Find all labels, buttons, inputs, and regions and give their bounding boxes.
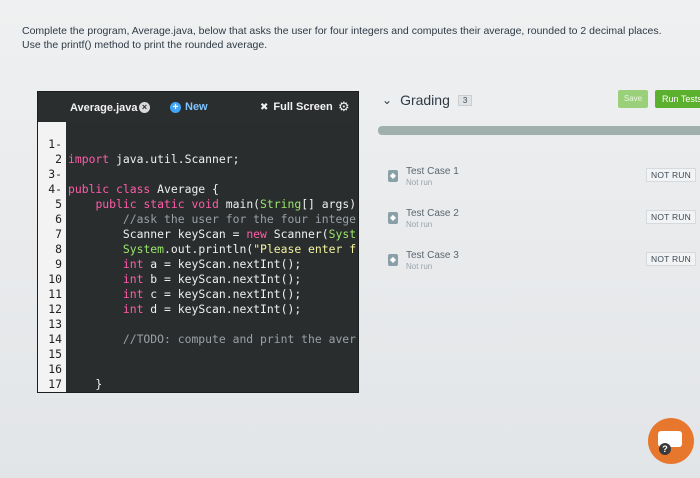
test-case-icon: ◆ xyxy=(388,170,398,182)
code-line: 4- public static void main(String[] args… xyxy=(38,167,358,211)
grading-progress-bar xyxy=(378,126,700,135)
test-case-status: Not run xyxy=(406,178,433,187)
code-line: 3- public class Average { xyxy=(38,152,358,196)
status-badge: NOT RUN xyxy=(646,168,696,182)
instruction-line-1: Complete the program, Average.java, belo… xyxy=(22,25,662,37)
test-count-badge: 3 xyxy=(457,94,473,106)
test-case-name: Test Case 3 xyxy=(406,250,459,261)
test-case-3[interactable]: ◆ Test Case 3 Not run NOT RUN xyxy=(388,250,700,280)
test-case-status: Not run xyxy=(406,262,433,271)
code-line: 12 xyxy=(38,287,358,316)
fullscreen-button[interactable]: ✖ Full Screen xyxy=(260,101,333,113)
test-case-2[interactable]: ◆ Test Case 2 Not run NOT RUN xyxy=(388,208,700,238)
help-chat-button[interactable]: ? xyxy=(648,418,694,464)
chevron-down-icon: ⌄ xyxy=(382,93,393,107)
test-case-status: Not run xyxy=(406,220,433,229)
code-line: 1- import java.util.Scanner; xyxy=(38,122,358,166)
new-file-label: New xyxy=(185,101,208,113)
fullscreen-label: Full Screen xyxy=(273,101,333,113)
code-line: 15 xyxy=(38,332,358,361)
status-badge: NOT RUN xyxy=(646,252,696,266)
code-line: 2 xyxy=(38,137,358,166)
editor-tab-bar: Average.java × + New ✖ Full Screen ⚙ xyxy=(38,92,358,122)
test-case-icon: ◆ xyxy=(388,254,398,266)
status-badge: NOT RUN xyxy=(646,210,696,224)
gear-icon[interactable]: ⚙ xyxy=(338,99,350,115)
line-number: 17 xyxy=(48,377,62,391)
code-line: 9 int b = keyScan.nextInt(); xyxy=(38,242,358,286)
problem-instructions: Complete the program, Average.java, belo… xyxy=(22,24,692,52)
code-editor: Average.java × + New ✖ Full Screen ⚙ 1- … xyxy=(38,92,358,392)
code-line: 6 Scanner keyScan = new Scanner(Syst xyxy=(38,197,358,241)
close-icon[interactable]: × xyxy=(139,102,150,113)
fullscreen-icon: ✖ xyxy=(260,101,269,113)
code-line: 16 } xyxy=(38,347,358,391)
code-line: 13 //TODO: compute and print the aver xyxy=(38,302,358,346)
new-file-button[interactable]: + New xyxy=(170,101,208,113)
run-tests-button[interactable]: Run Tests xyxy=(655,90,700,108)
plus-icon: + xyxy=(170,101,181,113)
code-line: 14 xyxy=(38,317,358,346)
save-button[interactable]: Save xyxy=(618,90,648,108)
code-line: 5 //ask the user for the four intege xyxy=(38,182,358,226)
test-case-name: Test Case 1 xyxy=(406,166,459,177)
grading-header[interactable]: ⌄ Grading 3 xyxy=(382,92,473,108)
code-line: 8 int a = keyScan.nextInt(); xyxy=(38,227,358,271)
code-line: 10 int c = keyScan.nextInt(); xyxy=(38,257,358,301)
question-icon: ? xyxy=(659,443,671,455)
file-tab-average-java[interactable]: Average.java xyxy=(70,102,137,114)
test-case-name: Test Case 2 xyxy=(406,208,459,219)
instruction-line-2: Use the printf() method to print the rou… xyxy=(22,39,268,51)
code-area[interactable]: 1- import java.util.Scanner; 2 3- public… xyxy=(38,122,358,392)
test-case-icon: ◆ xyxy=(388,212,398,224)
code-line: 17 } xyxy=(38,362,358,391)
code-line: 11 int d = keyScan.nextInt(); xyxy=(38,272,358,316)
code-line: 7 System.out.println("Please enter f xyxy=(38,212,358,256)
grading-title: Grading xyxy=(400,92,450,108)
code-token: } xyxy=(68,377,103,391)
test-case-1[interactable]: ◆ Test Case 1 Not run NOT RUN xyxy=(388,166,700,196)
